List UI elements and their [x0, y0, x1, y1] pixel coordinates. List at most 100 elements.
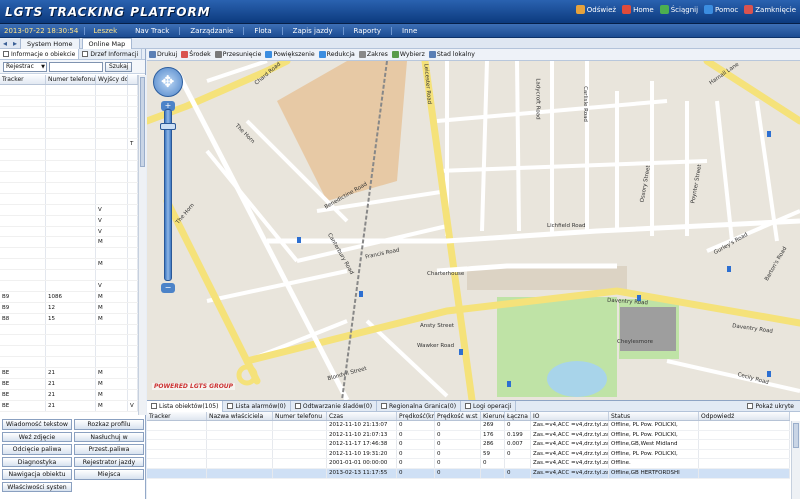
table-row[interactable]: V	[0, 226, 138, 238]
checkbox-icon[interactable]	[151, 403, 157, 409]
table-row[interactable]: 2001-01-01 00:00:00 0 0 0 Zas.=v4,ACC =v4,dr…	[147, 459, 790, 469]
command-button[interactable]: Odcięcie paliwa	[2, 444, 72, 455]
tab-online-map[interactable]: Online Map	[81, 37, 133, 49]
table-row[interactable]: 2012-11-10 21:07:13 0 0 176 0.199 Zas.=v4,ACC…	[147, 430, 790, 441]
table-row[interactable]: 2013-02-13 11:17:55 0 0 0 Zas.=v4,ACC =v4,dr…	[147, 468, 790, 479]
table-row[interactable]	[0, 324, 138, 336]
menu-item[interactable]: Flota	[243, 26, 281, 35]
map-view[interactable]: Daventry Road Daventry Road Lichfield Ro…	[147, 61, 800, 400]
object-list-scrollbar[interactable]	[791, 421, 800, 499]
top-link-download[interactable]: Ściągnij	[659, 5, 698, 14]
table-row[interactable]: B9 12 M	[0, 302, 138, 314]
object-table-scrollbar[interactable]	[138, 75, 146, 415]
scroll-thumb[interactable]	[793, 423, 799, 448]
table-row[interactable]	[0, 183, 138, 194]
forward-arrow-icon[interactable]: ▸	[10, 39, 20, 48]
bottom-tab[interactable]: Lista obiektów(105)	[147, 400, 224, 412]
checkbox-icon[interactable]	[381, 403, 388, 409]
command-button[interactable]: Weź zdjęcie	[2, 431, 72, 442]
table-row[interactable]	[0, 248, 138, 260]
search-button[interactable]: Szukaj	[105, 61, 133, 72]
table-row[interactable]: T	[0, 139, 138, 151]
table-row[interactable]: 2012-11-10 21:13:07 0 0 269 0 Zas.=v4,ACC =v4…	[147, 421, 790, 431]
table-row[interactable]	[0, 335, 138, 347]
search-input[interactable]	[49, 61, 103, 72]
column-header[interactable]: Łączna odleg	[505, 412, 531, 420]
table-row[interactable]	[0, 150, 138, 162]
table-row[interactable]	[0, 357, 138, 369]
zoom-out-icon[interactable]: −	[161, 283, 175, 293]
top-link-close[interactable]: Zamknięcie	[744, 5, 796, 14]
table-row[interactable]	[0, 85, 138, 96]
column-header[interactable]: Prędkość(km	[397, 412, 435, 420]
table-row[interactable]: M	[0, 259, 138, 271]
column-header[interactable]: Odpowiedź	[699, 412, 790, 420]
bottom-tab[interactable]: Logi operacji	[461, 400, 517, 412]
menu-item[interactable]: Nav Track	[125, 27, 179, 35]
column-header[interactable]: Numer telefonu	[273, 412, 327, 420]
table-row[interactable]: M	[0, 237, 138, 249]
column-header[interactable]: Tracker	[147, 412, 207, 420]
col-phone[interactable]: Numer telefonu	[46, 75, 96, 84]
column-header[interactable]: Kierunek	[481, 412, 505, 420]
command-button[interactable]: Rozkaz profilu	[74, 419, 144, 430]
table-row[interactable]	[0, 106, 138, 118]
column-header[interactable]: IO	[531, 412, 609, 420]
table-row[interactable]	[0, 117, 138, 129]
zoom-slider[interactable]	[164, 109, 172, 281]
table-row[interactable]: V	[0, 204, 138, 216]
pan-control-icon[interactable]	[153, 67, 183, 97]
back-arrow-icon[interactable]: ◂	[0, 39, 10, 48]
table-row[interactable]	[0, 346, 138, 358]
command-button[interactable]: Miejsca	[74, 469, 144, 480]
column-header[interactable]: Status	[609, 412, 699, 420]
tab-info-tree[interactable]: Drzef Informacji	[79, 49, 143, 59]
top-link-help[interactable]: Pomoc	[704, 5, 738, 14]
column-header[interactable]: Prędkość w.st	[435, 412, 481, 420]
zoom-slider-handle[interactable]	[160, 123, 176, 130]
map-tool-zoom-out[interactable]: Redukcja	[318, 51, 355, 58]
col-tracker[interactable]: Tracker	[0, 75, 46, 84]
command-button[interactable]: Właściwości systen	[2, 481, 72, 492]
col-outputs[interactable]: Wyjścy do	[96, 75, 128, 84]
menu-item[interactable]: Zarządzanie	[179, 26, 243, 35]
table-row[interactable]	[0, 161, 138, 173]
command-button[interactable]: Przest.paliwa	[74, 444, 144, 455]
bottom-tab[interactable]: Lista alarmów(0)	[223, 400, 291, 412]
command-button[interactable]: Diagnostyka	[2, 456, 72, 467]
show-hidden-toggle[interactable]: Pokaż ukryte	[747, 403, 800, 410]
table-row[interactable]: V	[0, 215, 138, 227]
table-row[interactable]: 2012-11-10 19:31:20 0 0 59 0 Zas.=v4,ACC =v4,…	[147, 449, 790, 460]
bottom-tab[interactable]: Odtwarzanie śladów(0)	[291, 400, 378, 412]
tab-object-info[interactable]: Informacje o obiekcie	[0, 49, 80, 59]
table-row[interactable]: BE 21 M V	[0, 400, 138, 412]
command-button[interactable]: Rejestrator jazdy	[74, 456, 144, 467]
filter-field-select[interactable]: Rejestrac	[3, 61, 47, 72]
tab-system-home[interactable]: System Home	[20, 37, 80, 49]
table-row[interactable]: B8 15 M	[0, 313, 138, 325]
map-tool-local[interactable]: Stad lokalny	[428, 51, 475, 58]
table-row[interactable]: BE 21 M	[0, 389, 138, 401]
top-link-home[interactable]: Home	[622, 5, 654, 14]
table-row[interactable]	[0, 128, 138, 140]
checkbox-icon[interactable]	[465, 403, 472, 409]
menu-item[interactable]: Inne	[391, 26, 427, 35]
map-tool-pan[interactable]: Przesunięcie	[214, 51, 261, 58]
table-row[interactable]	[0, 172, 138, 184]
top-link-refresh[interactable]: Odśwież	[575, 5, 616, 14]
table-row[interactable]: B9 1086 M	[0, 291, 138, 303]
table-row[interactable]: 2012-11-17 17:46:38 0 0 286 0.007 Zas.=v4,ACC…	[147, 440, 790, 450]
scroll-thumb[interactable]	[140, 77, 145, 167]
command-button[interactable]: Nawigacja obiektu	[2, 469, 72, 480]
map-tool-select[interactable]: Wybierz	[391, 51, 425, 58]
table-row[interactable]: V	[0, 281, 138, 292]
menu-item[interactable]: Zapis jazdy	[281, 26, 343, 35]
command-button[interactable]: Wiadomość tekstow	[2, 419, 72, 430]
checkbox-icon[interactable]	[294, 403, 301, 409]
command-button[interactable]: Nasłuchuj w	[74, 431, 144, 442]
table-row[interactable]	[0, 270, 138, 282]
table-row[interactable]: BE 21 M	[0, 379, 138, 390]
map-tool-range[interactable]: Zakres	[358, 51, 388, 58]
map-tool-print[interactable]: Drukuj	[149, 51, 177, 58]
menu-item[interactable]: Raporty	[342, 26, 392, 35]
